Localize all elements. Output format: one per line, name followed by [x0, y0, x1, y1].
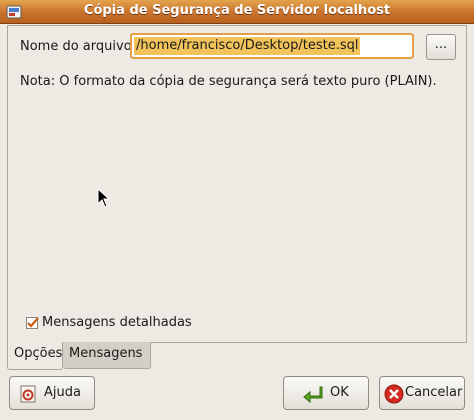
window-title: Cópia de Segurança de Servidor localhost — [83, 3, 391, 18]
tab-options[interactable]: Opções — [7, 342, 63, 370]
mouse-pointer-icon — [97, 188, 111, 208]
cancel-button[interactable]: Cancelar — [379, 376, 465, 410]
options-panel: Nome do arquivo /home/francisco/Desktop/… — [7, 25, 467, 343]
file-name-label: Nome do arquivo — [20, 39, 132, 54]
verbose-messages-label: Mensagens detalhadas — [42, 315, 192, 330]
ok-arrow-icon — [303, 386, 323, 404]
ok-button[interactable]: OK — [283, 376, 369, 410]
ok-button-label: OK — [330, 385, 349, 400]
title-bar[interactable]: Cópia de Segurança de Servidor localhost — [0, 0, 474, 24]
backup-dialog: Cópia de Segurança de Servidor localhost… — [0, 0, 474, 420]
help-icon — [20, 385, 36, 403]
help-button[interactable]: Ajuda — [9, 376, 95, 410]
verbose-messages-checkbox[interactable] — [26, 317, 39, 329]
cancel-button-label: Cancelar — [405, 385, 463, 400]
tab-messages[interactable]: Mensagens — [63, 342, 151, 369]
file-name-input[interactable] — [130, 33, 414, 59]
cancel-icon — [384, 384, 404, 404]
checkmark-icon — [27, 317, 39, 328]
help-button-label: Ajuda — [44, 385, 81, 400]
format-note: Nota: O formato da cópia de segurança se… — [20, 74, 437, 89]
browse-button[interactable]: ... — [426, 34, 456, 60]
